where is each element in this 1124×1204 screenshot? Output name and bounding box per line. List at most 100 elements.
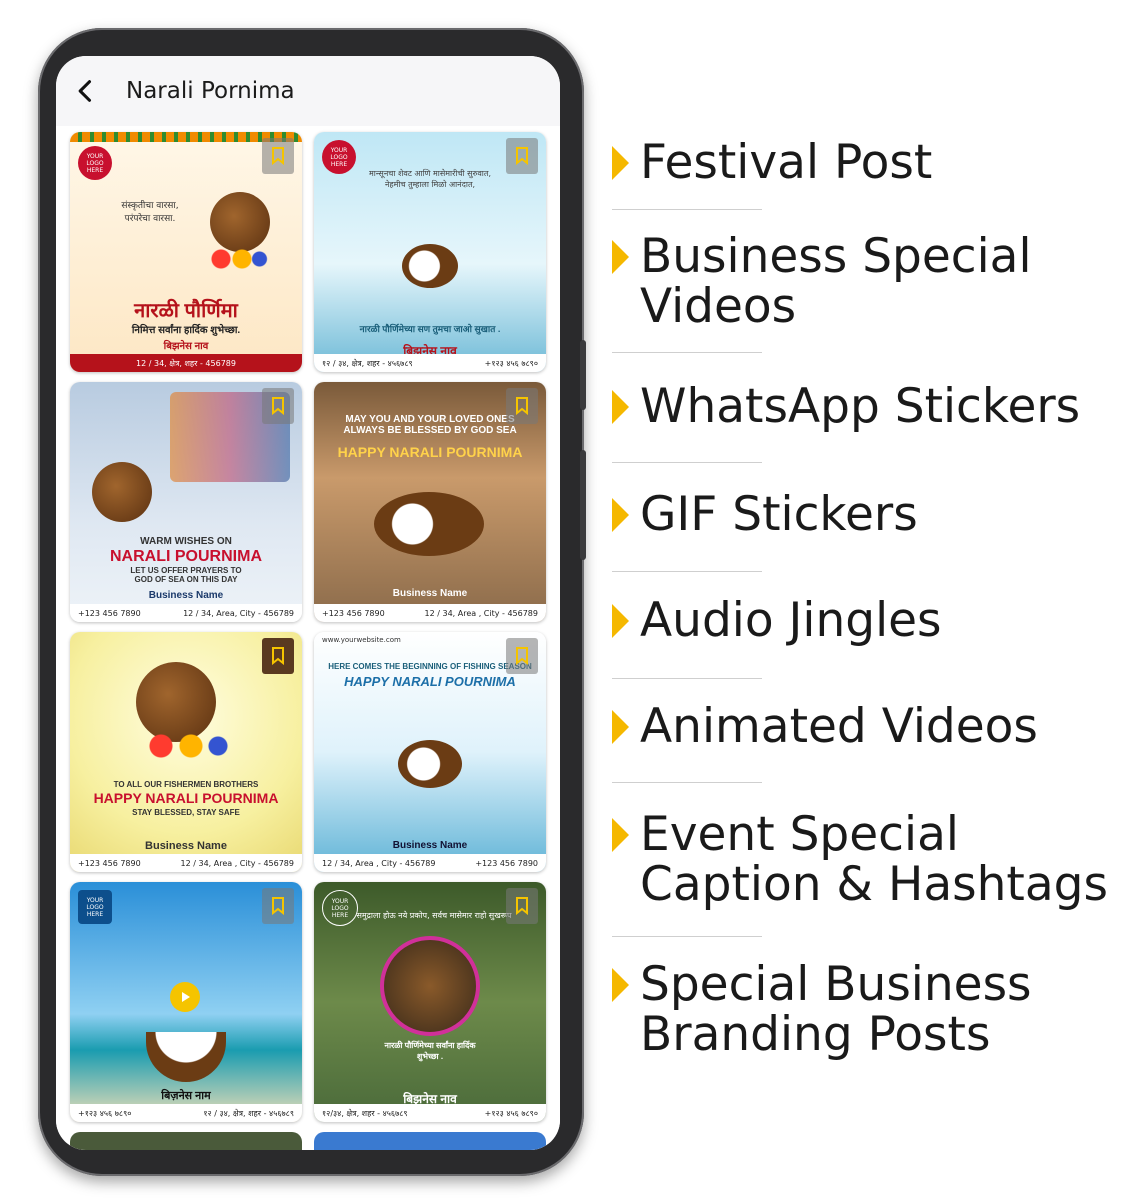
arrow-icon xyxy=(612,968,629,1002)
business-name: Business Name xyxy=(148,590,224,601)
coconut-image xyxy=(146,1032,226,1082)
play-video-icon[interactable] xyxy=(170,982,200,1012)
bookmark-icon[interactable] xyxy=(506,388,538,424)
card-footer: +123 456 7890 12 / 34, Area , City - 456… xyxy=(70,854,302,872)
phone-volume-button xyxy=(580,450,586,560)
address-text: १२ / ३४, क्षेत्र, शहर - ४५६७८९ xyxy=(203,1108,294,1118)
feature-list: Festival Post Business Special Videos Wh… xyxy=(606,0,1124,1204)
coconut-image xyxy=(92,462,152,522)
feature-label: Audio Jingles xyxy=(640,593,942,648)
divider xyxy=(612,678,762,679)
divider xyxy=(612,936,762,937)
business-name: बिझनेस नाव xyxy=(163,341,209,352)
card-line: LET US OFFER PRAYERS TO GOD OF SEA ON TH… xyxy=(130,566,242,584)
tagline: समुद्राला होऊ नये प्रकोप, सर्वच मासेमार … xyxy=(356,911,512,920)
template-card[interactable]: WARM WISHES ON NARALI POURNIMA LET US OF… xyxy=(70,382,302,622)
phone-text: +१२३ ४५६ ७८९० xyxy=(484,358,538,368)
arrow-icon xyxy=(612,146,629,180)
coconut-image xyxy=(402,244,458,288)
divider xyxy=(612,462,762,463)
phone-text: +123 456 7890 xyxy=(475,858,538,868)
address-text: 12 / 34, Area, City - 456789 xyxy=(183,608,294,618)
template-card[interactable]: www.yourwebsite.com HERE COMES THE BEGIN… xyxy=(314,632,546,872)
card-title: नारळी पौर्णिमेच्या सर्वांना हार्दिक शुभे… xyxy=(384,1041,476,1061)
feature-label: WhatsApp Stickers xyxy=(640,379,1081,434)
business-name: Business Name xyxy=(392,588,468,599)
card-line: WARM WISHES ON xyxy=(140,536,232,547)
coconut-image xyxy=(398,740,462,788)
bookmark-icon[interactable] xyxy=(506,138,538,174)
template-card[interactable]: YOUR LOGO HERE संस्कृतीचा वारसा, परंपरेच… xyxy=(70,132,302,372)
template-card[interactable]: YOUR LOGO HERE समुद्राला होऊ नये प्रकोप,… xyxy=(314,882,546,1122)
divider xyxy=(612,571,762,572)
card-footer: +123 456 7890 12 / 34, Area , City - 456… xyxy=(314,604,546,622)
card-footer: १२/३४, क्षेत्र, शहर - ४५६७८९ +१२३ ४५६ ७८… xyxy=(314,1104,546,1122)
arrow-icon xyxy=(612,240,629,274)
address-text: १२/३४, क्षेत्र, शहर - ४५६७८९ xyxy=(322,1108,408,1118)
feature-label: Event Special Caption & Hashtags xyxy=(640,807,1108,912)
card-title: नारळी पौर्णिमेच्या सण तुमचा जाओ सुखात . xyxy=(359,324,501,334)
bookmark-icon[interactable] xyxy=(262,638,294,674)
card-line: MAY YOU AND YOUR LOVED ONES ALWAYS BE BL… xyxy=(343,414,517,436)
card-footer: 12 / 34, Area , City - 456789 +123 456 7… xyxy=(314,854,546,872)
phone-text: +123 456 7890 xyxy=(78,608,141,618)
bookmark-icon[interactable] xyxy=(506,888,538,924)
divider xyxy=(612,352,762,353)
bookmark-icon[interactable] xyxy=(262,388,294,424)
coconut-image xyxy=(374,492,484,556)
template-card-partial[interactable] xyxy=(70,1132,302,1150)
logo-placeholder: YOUR LOGO HERE xyxy=(322,140,356,174)
address-text: 12 / 34, Area , City - 456789 xyxy=(424,608,538,618)
arrow-icon xyxy=(612,818,629,852)
feature-label: GIF Stickers xyxy=(640,487,918,542)
template-card[interactable]: YOUR LOGO HERE मान्सूनचा शेवट आणि मासेमा… xyxy=(314,132,546,372)
business-name: Business Name xyxy=(392,840,468,851)
card-title: नारळी पौर्णिमा xyxy=(134,300,238,322)
logo-placeholder: YOUR LOGO HERE xyxy=(78,146,112,180)
coconut-image xyxy=(210,192,270,252)
feature-label: Animated Videos xyxy=(640,699,1038,754)
business-name: बिज़नेस नाम xyxy=(161,1090,211,1102)
tagline: संस्कृतीचा वारसा, परंपरेचा वारसा. xyxy=(121,201,179,224)
card-subtitle: निमित्त सर्वांना हार्दिक शुभेच्छा. xyxy=(131,325,241,336)
divider xyxy=(612,209,762,210)
card-title: HAPPY NARALI POURNIMA xyxy=(337,444,523,460)
divider xyxy=(612,782,762,783)
back-arrow-icon[interactable] xyxy=(72,77,100,105)
card-title: HAPPY NARALI POURNIMA xyxy=(93,790,279,806)
card-title: NARALI POURNIMA xyxy=(110,548,262,565)
bookmark-icon[interactable] xyxy=(262,888,294,924)
phone-text: +123 456 7890 xyxy=(78,858,141,868)
template-card[interactable]: MAY YOU AND YOUR LOVED ONES ALWAYS BE BL… xyxy=(314,382,546,622)
address-text: 12 / 34, Area , City - 456789 xyxy=(180,858,294,868)
card-footer: 12 / 34, क्षेत्र, शहर - 456789 xyxy=(70,354,302,372)
template-grid: YOUR LOGO HERE संस्कृतीचा वारसा, परंपरेच… xyxy=(56,126,560,1150)
template-card-partial[interactable] xyxy=(314,1132,546,1150)
website-text: www.yourwebsite.com xyxy=(322,636,401,644)
address-text: 12 / 34, क्षेत्र, शहर - 456789 xyxy=(136,358,236,368)
arrow-icon xyxy=(612,498,629,532)
bookmark-icon[interactable] xyxy=(506,638,538,674)
flowers-image xyxy=(200,244,270,274)
card-footer: १२ / ३४, क्षेत्र, शहर - ४५६७८९ +१२३ ४५६ … xyxy=(314,354,546,372)
phone-text: +१२३ ४५६ ७८९० xyxy=(78,1108,132,1118)
card-line: STAY BLESSED, STAY SAFE xyxy=(132,808,240,817)
bookmark-icon[interactable] xyxy=(262,138,294,174)
tagline: मान्सूनचा शेवट आणि मासेमारीची सुरुवात, न… xyxy=(369,169,491,189)
feature-label: Business Special Videos xyxy=(640,229,1032,334)
card-line: TO ALL OUR FISHERMEN BROTHERS xyxy=(113,780,259,789)
template-card[interactable]: YOUR LOGO HERE बिज़नेस नाम +१२३ ४५६ ७८९०… xyxy=(70,882,302,1122)
flowers-image xyxy=(136,728,236,764)
card-footer: +१२३ ४५६ ७८९० १२ / ३४, क्षेत्र, शहर - ४५… xyxy=(70,1104,302,1122)
arrow-icon xyxy=(612,710,629,744)
feature-label: Festival Post xyxy=(640,135,933,190)
arrow-icon xyxy=(612,604,629,638)
card-footer: +123 456 7890 12 / 34, Area, City - 4567… xyxy=(70,604,302,622)
app-header: Narali Pornima xyxy=(56,56,560,126)
phone-text: +१२३ ४५६ ७८९० xyxy=(484,1108,538,1118)
page-title: Narali Pornima xyxy=(126,78,295,104)
feature-label: Special Business Branding Posts xyxy=(640,957,1032,1062)
template-card[interactable]: TO ALL OUR FISHERMEN BROTHERS HAPPY NARA… xyxy=(70,632,302,872)
address-text: १२ / ३४, क्षेत्र, शहर - ४५६७८९ xyxy=(322,358,413,368)
kalash-image xyxy=(380,936,480,1036)
